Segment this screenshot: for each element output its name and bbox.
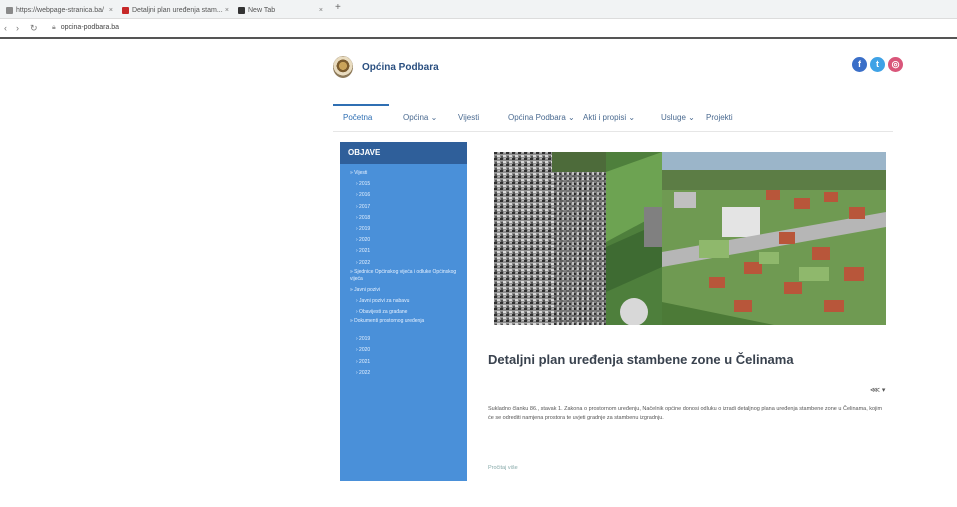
facebook-icon[interactable]: f bbox=[852, 57, 867, 72]
address-bar-url: opcina-podbara.ba bbox=[60, 24, 120, 31]
reload-icon[interactable]: ↻ bbox=[30, 23, 38, 34]
sidebar-item[interactable]: › 2017 bbox=[340, 202, 467, 213]
sidebar-item[interactable]: » Sjednice Općinskog vijeća i odluke Opć… bbox=[340, 269, 467, 285]
sidebar-header: OBJAVE bbox=[340, 142, 467, 164]
sidebar-item[interactable]: › 2019 bbox=[340, 224, 467, 235]
article-excerpt: Sukladno članku 86., stavak 1. Zakona o … bbox=[488, 406, 883, 421]
address-bar-row: ‹ › ↻ 🔒︎ opcina-podbara.ba bbox=[0, 19, 957, 39]
sidebar-item[interactable]: › 2021 bbox=[340, 357, 467, 368]
active-menu-indicator bbox=[333, 104, 389, 106]
article-hero-image[interactable] bbox=[494, 152, 886, 325]
sidebar-item[interactable]: › 2020 bbox=[340, 345, 467, 356]
sidebar-item[interactable]: › Obavijesti za građane bbox=[340, 307, 467, 318]
instagram-icon[interactable]: ◎ bbox=[888, 57, 903, 72]
site-name[interactable]: Općina Podbara bbox=[362, 62, 439, 73]
sidebar-item[interactable]: › 2019 bbox=[340, 334, 467, 345]
sidebar-item[interactable]: › 2018 bbox=[340, 213, 467, 224]
browser-tab[interactable]: Detaljni plan uređenja stam... × bbox=[120, 3, 232, 18]
sidebar: OBJAVE » Vijesti › 2015 › 2016 › 2017 › … bbox=[340, 142, 467, 481]
sidebar-item[interactable]: » Vijesti bbox=[340, 168, 467, 179]
new-tab-button[interactable]: + bbox=[335, 2, 341, 13]
article-title[interactable]: Detaljni plan uređenja stambene zone u Č… bbox=[488, 352, 794, 367]
sidebar-item[interactable]: » Javni pozivi bbox=[340, 285, 467, 296]
lock-icon: 🔒︎ bbox=[52, 24, 56, 31]
sidebar-item[interactable]: » Dokumenti prostornog uređenja bbox=[340, 318, 467, 334]
menu-item-projekti[interactable]: Projekti bbox=[706, 113, 733, 122]
read-more-link[interactable]: Pročitaj više bbox=[488, 465, 518, 471]
browser-tab[interactable]: New Tab × bbox=[236, 3, 326, 18]
close-tab-icon[interactable]: × bbox=[319, 3, 323, 18]
share-icon[interactable]: ⋘ ▾ bbox=[870, 386, 885, 394]
sidebar-item[interactable]: › 2022 bbox=[340, 368, 467, 379]
menu-item-opcina[interactable]: Općina ⌄ bbox=[403, 113, 437, 122]
tab-favicon-icon bbox=[238, 7, 245, 14]
browser-tab-bar: https://webpage-stranica.ba/ × Detaljni … bbox=[0, 0, 957, 19]
menu-item-pocetna[interactable]: Početna bbox=[343, 113, 372, 122]
sidebar-item[interactable]: › Javni pozivi za nabavu bbox=[340, 296, 467, 307]
browser-tab-label: https://webpage-stranica.ba/ bbox=[16, 7, 104, 14]
close-tab-icon[interactable]: × bbox=[109, 3, 113, 18]
address-bar[interactable]: 🔒︎ opcina-podbara.ba bbox=[52, 24, 119, 32]
browser-tab-label: Detaljni plan uređenja stam... bbox=[132, 7, 223, 14]
forward-icon[interactable]: › bbox=[16, 23, 19, 33]
menu-item-akti[interactable]: Akti i propisi ⌄ bbox=[583, 113, 635, 122]
sidebar-list: » Vijesti › 2015 › 2016 › 2017 › 2018 › … bbox=[340, 164, 467, 379]
menu-item-opcina-podbara[interactable]: Općina Podbara ⌄ bbox=[508, 113, 575, 122]
aerial-collage-graphic bbox=[494, 152, 886, 325]
sidebar-item[interactable]: › 2021 bbox=[340, 246, 467, 257]
close-tab-icon[interactable]: × bbox=[225, 3, 229, 18]
menu-item-vijesti[interactable]: Vijesti bbox=[458, 113, 479, 122]
back-icon[interactable]: ‹ bbox=[4, 23, 7, 33]
browser-tab-label: New Tab bbox=[248, 7, 276, 14]
municipality-logo[interactable] bbox=[333, 56, 353, 78]
tab-favicon-icon bbox=[122, 7, 129, 14]
sidebar-item[interactable]: › 2022 bbox=[340, 258, 467, 269]
menu-divider bbox=[333, 131, 893, 132]
sidebar-item[interactable]: › 2016 bbox=[340, 190, 467, 201]
sidebar-item[interactable]: › 2015 bbox=[340, 179, 467, 190]
twitter-icon[interactable]: t bbox=[870, 57, 885, 72]
tab-favicon-icon bbox=[6, 7, 13, 14]
menu-item-usluge[interactable]: Usluge ⌄ bbox=[661, 113, 695, 122]
sidebar-item[interactable]: › 2020 bbox=[340, 235, 467, 246]
browser-tab[interactable]: https://webpage-stranica.ba/ × bbox=[4, 3, 116, 18]
